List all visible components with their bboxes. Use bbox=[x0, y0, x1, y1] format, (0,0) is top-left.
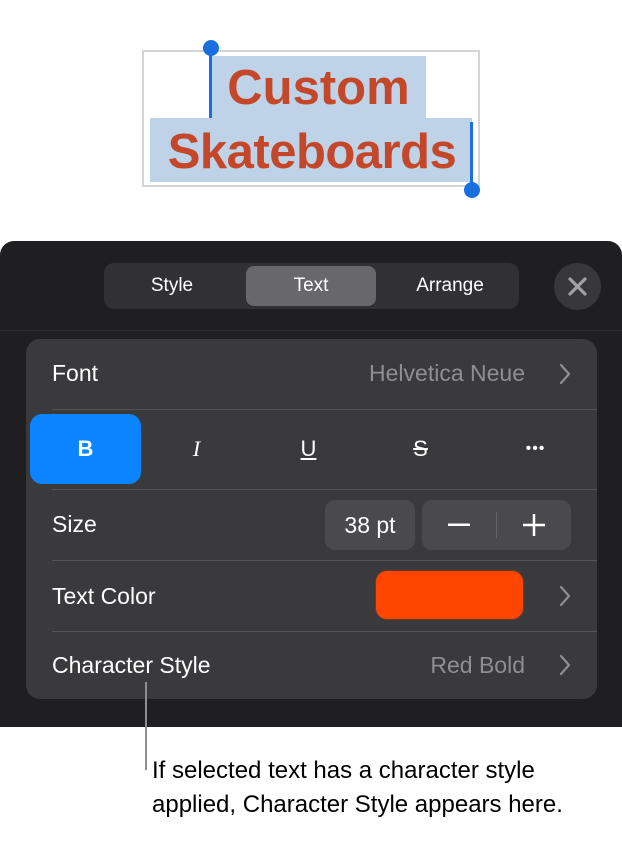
italic-button[interactable]: I bbox=[141, 414, 252, 484]
selection-end-cursor bbox=[470, 122, 473, 188]
font-row[interactable]: Font Helvetica Neue bbox=[26, 339, 597, 409]
plus-icon bbox=[523, 514, 545, 536]
bold-button[interactable]: B bbox=[30, 414, 141, 484]
tab-arrange[interactable]: Arrange bbox=[385, 266, 515, 306]
increase-size-button[interactable] bbox=[497, 500, 571, 550]
tab-text[interactable]: Text bbox=[246, 266, 376, 306]
headline-line2[interactable]: Skateboards bbox=[148, 122, 476, 182]
tab-style[interactable]: Style bbox=[107, 266, 237, 306]
size-label: Size bbox=[52, 511, 97, 537]
selection-end-handle[interactable] bbox=[464, 182, 480, 198]
character-style-value: Red Bold bbox=[430, 652, 525, 678]
size-field[interactable]: 38 pt bbox=[325, 500, 415, 550]
callout-line bbox=[145, 682, 147, 770]
headline-line1[interactable]: Custom bbox=[211, 58, 426, 118]
font-label: Font bbox=[52, 360, 99, 386]
underline-button[interactable]: U bbox=[253, 414, 364, 484]
text-color-label: Text Color bbox=[52, 583, 156, 609]
separator bbox=[52, 409, 597, 410]
close-button[interactable] bbox=[554, 263, 601, 310]
selection-start-handle[interactable] bbox=[203, 40, 219, 56]
tab-segmented-control: Style Text Arrange bbox=[104, 263, 519, 309]
chevron-right-icon bbox=[559, 363, 571, 385]
size-stepper bbox=[422, 500, 571, 550]
text-color-swatch[interactable] bbox=[375, 570, 524, 620]
more-options-button[interactable]: ••• bbox=[480, 414, 591, 484]
text-settings-group: Font Helvetica Neue B I U S ••• Size 38 … bbox=[26, 339, 597, 699]
decrease-size-button[interactable] bbox=[422, 500, 496, 550]
callout-text: If selected text has a character style a… bbox=[152, 757, 563, 818]
character-style-row[interactable]: Character Style Red Bold bbox=[26, 632, 597, 699]
minus-icon bbox=[448, 523, 470, 526]
font-value: Helvetica Neue bbox=[369, 360, 525, 386]
character-style-label: Character Style bbox=[52, 652, 211, 678]
selection-start-cursor bbox=[209, 52, 212, 118]
strikethrough-button[interactable]: S bbox=[365, 414, 476, 484]
chevron-right-icon bbox=[559, 585, 571, 607]
format-panel: Style Text Arrange Font Helvetica Neue B… bbox=[0, 241, 622, 727]
chevron-right-icon bbox=[559, 654, 571, 676]
panel-header: Style Text Arrange bbox=[0, 241, 622, 331]
size-row: Size 38 pt bbox=[26, 490, 597, 560]
xmark-icon bbox=[568, 277, 587, 296]
text-color-row[interactable]: Text Color bbox=[26, 561, 597, 631]
format-buttons-row: B I U S ••• bbox=[26, 414, 597, 484]
